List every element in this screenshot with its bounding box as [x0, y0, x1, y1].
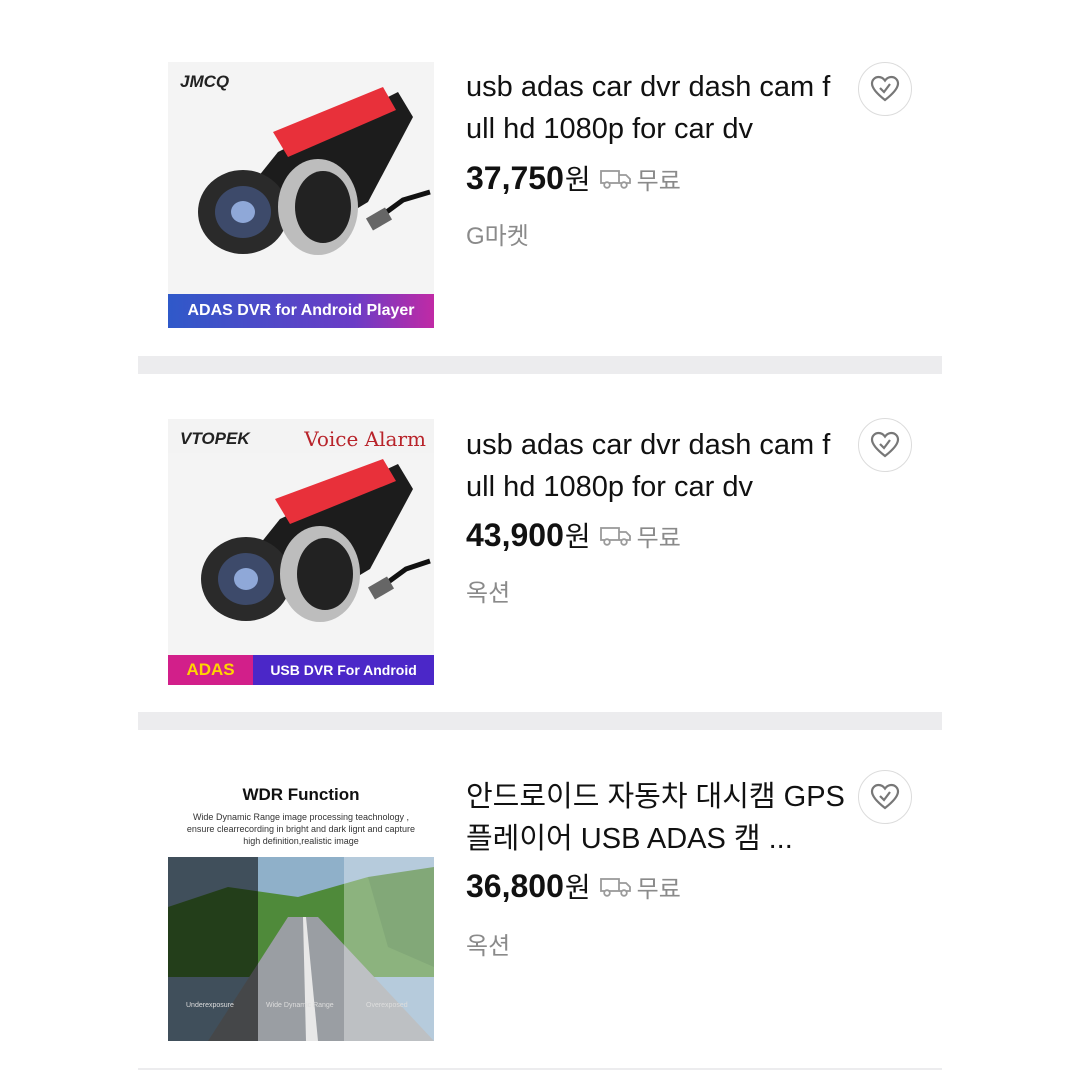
heart-check-icon: [870, 783, 900, 810]
divider: [138, 356, 942, 374]
wishlist-button[interactable]: [858, 418, 912, 472]
product-title[interactable]: 안드로이드 자동차 대시캠 GPS 플레이어 USB ADAS 캠 ...: [466, 776, 846, 860]
seller-name: 옥션: [466, 933, 511, 960]
price-row: 36,800원 무료: [466, 866, 681, 906]
truck-icon: [599, 878, 631, 897]
product-price: 36,800원: [466, 868, 591, 904]
shipping-label: 무료: [636, 167, 681, 195]
brand-logo: JMCQ: [180, 72, 230, 91]
seller-name: 옥션: [466, 580, 511, 607]
product-thumbnail[interactable]: VTOPEK Voice Alarm ADAS USB DVR For Andr…: [168, 419, 434, 685]
heart-check-icon: [870, 431, 900, 458]
product-title[interactable]: usb adas car dvr dash cam full hd 1080p …: [466, 66, 846, 150]
dashcam-image: [168, 62, 434, 294]
shipping-label: 무료: [636, 875, 681, 903]
caption-underexposure: Underexposure: [186, 1002, 234, 1009]
brand-logo: VTOPEK: [180, 429, 250, 448]
road-photo: [168, 857, 434, 1041]
wishlist-button[interactable]: [858, 62, 912, 116]
product-title[interactable]: usb adas car dvr dash cam full hd 1080p …: [466, 424, 846, 508]
divider: [138, 1068, 942, 1070]
truck-icon: [599, 170, 631, 189]
truck-icon: [599, 527, 631, 546]
dashcam-image: [168, 453, 434, 655]
product-price: 43,900원: [466, 517, 591, 553]
divider: [138, 712, 942, 730]
product-list: JMCQ ADAS DVR for Android Player usb ada…: [138, 0, 942, 1070]
product-thumbnail[interactable]: JMCQ ADAS DVR for Android Player: [168, 62, 434, 328]
product-price: 37,750원: [466, 160, 591, 196]
seller-name: G마켓: [466, 223, 529, 250]
thumbnail-heading: WDR Function: [242, 785, 360, 804]
product-item[interactable]: JMCQ ADAS DVR for Android Player usb ada…: [138, 0, 942, 356]
caption-wdr: Wide Dynamic Range: [266, 1002, 334, 1009]
price-row: 37,750원 무료: [466, 158, 681, 198]
heart-check-icon: [870, 75, 900, 102]
thumbnail-banner: ADAS DVR for Android Player: [168, 294, 434, 328]
thumbnail-description: Wide Dynamic Range image processing teac…: [186, 812, 416, 846]
shipping-label: 무료: [636, 524, 681, 552]
product-item[interactable]: WDR Function Wide Dynamic Range image pr…: [138, 730, 942, 1068]
caption-overexposed: Overexposed: [366, 1002, 408, 1009]
thumbnail-banner: ADAS USB DVR For Android: [168, 655, 434, 685]
product-thumbnail[interactable]: WDR Function Wide Dynamic Range image pr…: [168, 775, 434, 1041]
wishlist-button[interactable]: [858, 770, 912, 824]
thumbnail-headline: Voice Alarm: [304, 427, 426, 451]
product-item[interactable]: VTOPEK Voice Alarm ADAS USB DVR For Andr…: [138, 374, 942, 712]
price-row: 43,900원 무료: [466, 515, 681, 555]
